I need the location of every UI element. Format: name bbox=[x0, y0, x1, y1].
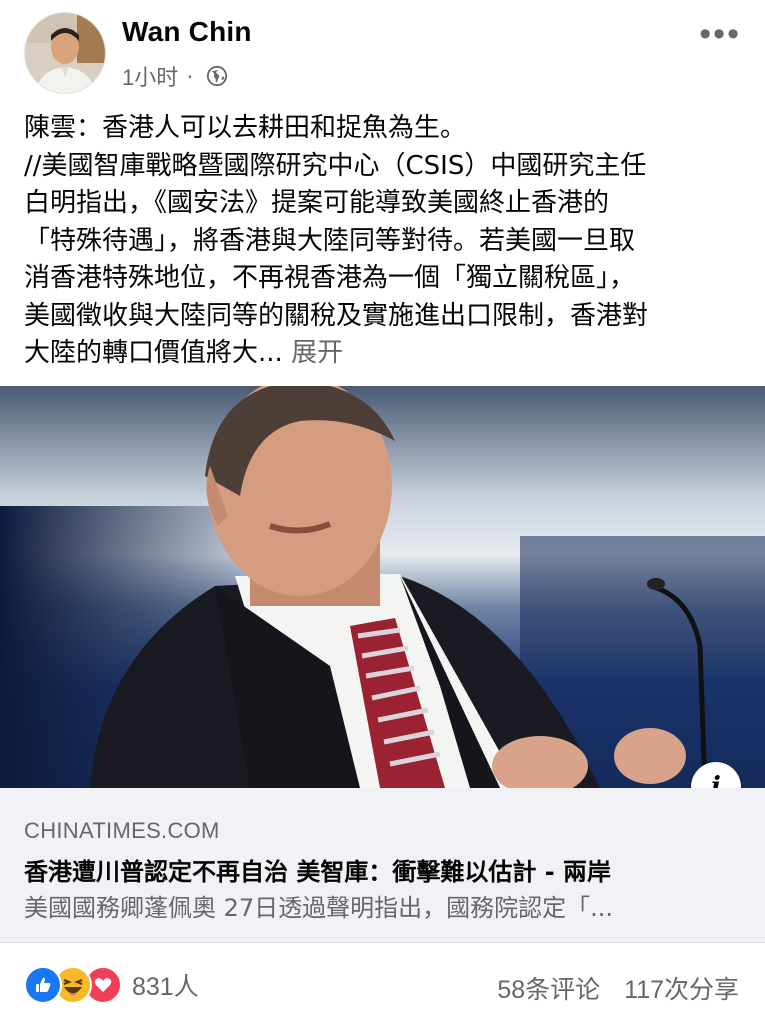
avatar-photo bbox=[25, 13, 105, 93]
link-preview-image[interactable] bbox=[0, 386, 765, 788]
reactions-summary[interactable]: 831人 bbox=[24, 966, 199, 1004]
post-meta: 1小时 · bbox=[122, 60, 228, 92]
globe-icon[interactable] bbox=[206, 65, 228, 87]
news-photo bbox=[0, 386, 765, 788]
reaction-count: 831人 bbox=[132, 973, 199, 1001]
post-line: //美國智庫戰略暨國際研究中心（CSIS）中國研究主任 bbox=[24, 150, 647, 181]
author-name[interactable]: Wan Chin bbox=[122, 16, 252, 48]
link-domain: CHINATIMES.COM bbox=[24, 818, 220, 843]
link-preview[interactable]: CHINATIMES.COM 香港遭川普認定不再自治 美智庫：衝擊難以估計 - … bbox=[0, 788, 765, 943]
meta-separator: · bbox=[186, 63, 194, 88]
post-line: 美國徵收與大陸同等的關稅及實施進出口限制，香港對 bbox=[24, 300, 649, 331]
shares-count[interactable]: 117次分享 bbox=[624, 970, 739, 1006]
post-line: 消香港特殊地位，不再視香港為一個「獨立關稅區」， bbox=[24, 263, 636, 293]
post-line-last: 大陸的轉口價值將大... 展开 bbox=[24, 335, 744, 373]
post-line: 「特殊待遇」，將香港與大陸同等對待。若美國一旦取 bbox=[24, 225, 636, 256]
author-avatar[interactable] bbox=[24, 12, 106, 94]
facebook-post: Wan Chin 1小时 · ••• 陳雲：香港人可以去耕田和捉魚為生。 //美… bbox=[0, 0, 765, 1024]
like-reaction-icon bbox=[24, 966, 62, 1004]
engagement-stats: 58条评论 117次分享 bbox=[497, 970, 739, 1006]
post-line: 陳雲：香港人可以去耕田和捉魚為生。 bbox=[24, 113, 467, 143]
post-body: 陳雲：香港人可以去耕田和捉魚為生。 //美國智庫戰略暨國際研究中心（CSIS）中… bbox=[24, 110, 744, 373]
link-title: 香港遭川普認定不再自治 美智庫：衝擊難以估計 - 兩岸 bbox=[24, 858, 612, 886]
link-description: 美國國務卿蓬佩奧 27日透過聲明指出，國務院認定「... bbox=[24, 894, 614, 922]
post-line: 白明指出，《國安法》提案可能導致美國終止香港的 bbox=[24, 188, 610, 218]
post-time[interactable]: 1小时 bbox=[122, 60, 178, 92]
post-line: 大陸的轉口價值將大... bbox=[24, 338, 283, 368]
more-options-icon[interactable]: ••• bbox=[699, 17, 741, 51]
see-more-link[interactable]: 展开 bbox=[291, 338, 343, 368]
comments-count[interactable]: 58条评论 bbox=[497, 970, 600, 1006]
